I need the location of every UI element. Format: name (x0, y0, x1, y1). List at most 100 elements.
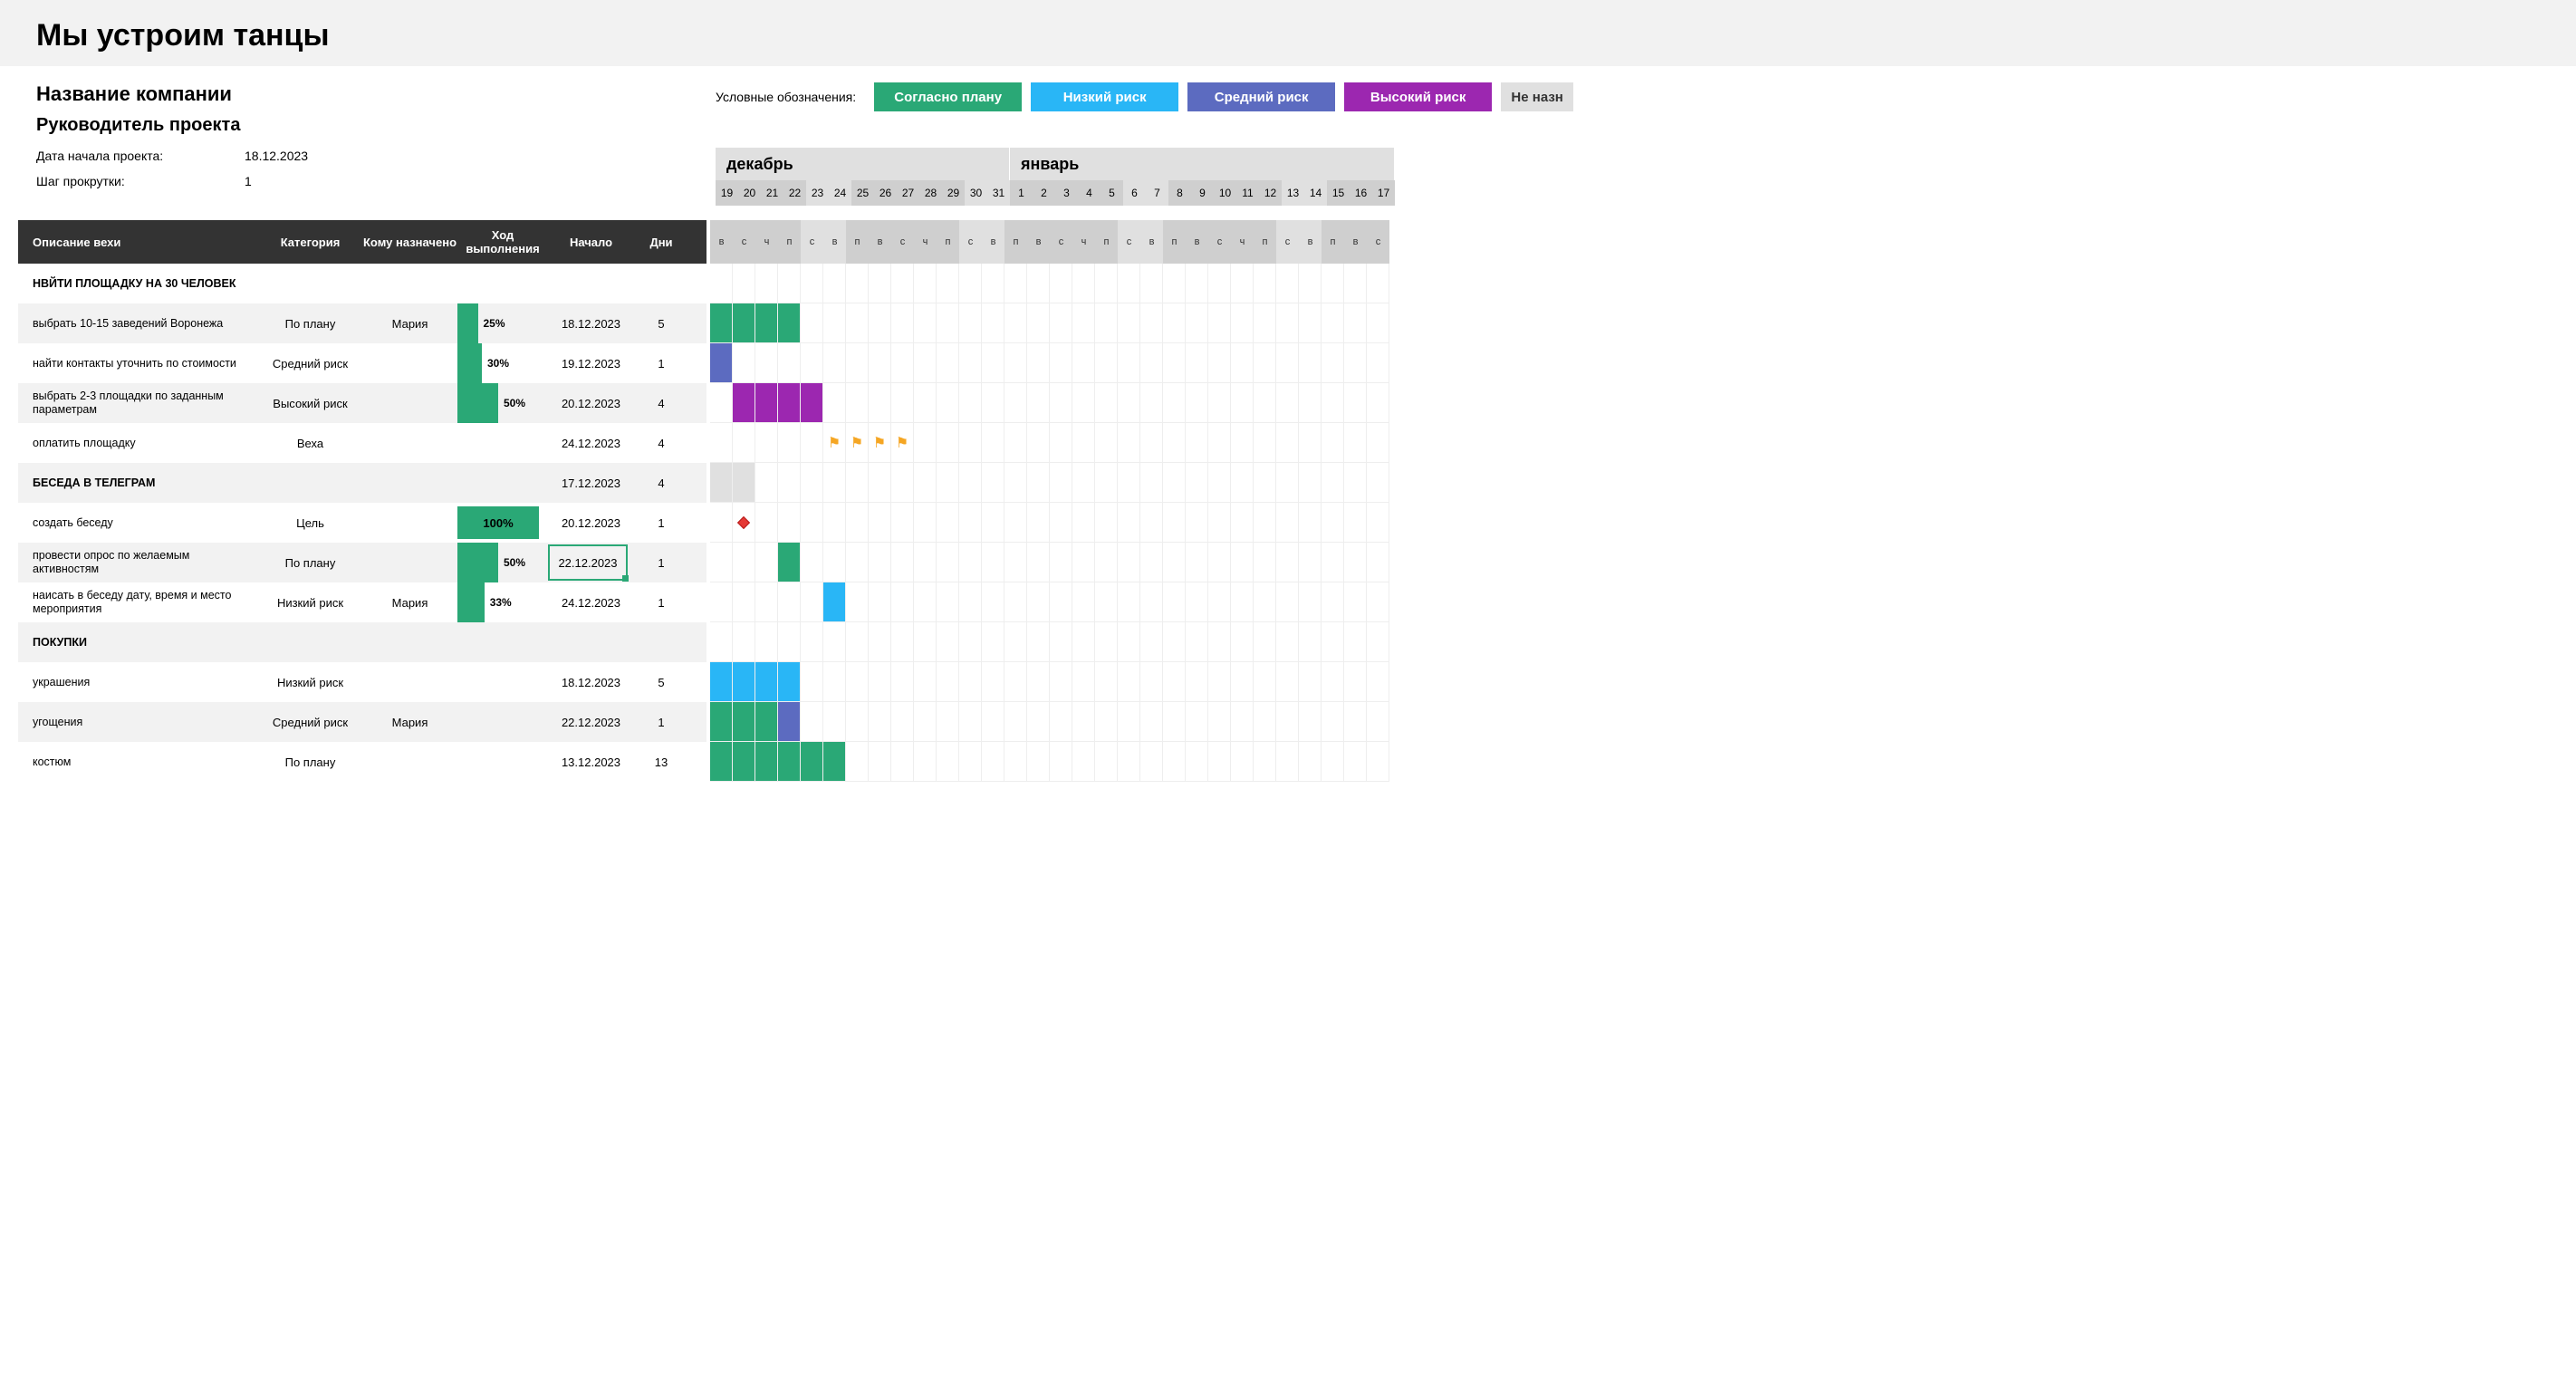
gantt-cell[interactable] (733, 264, 755, 303)
gantt-cell[interactable] (755, 343, 778, 383)
gantt-cell[interactable] (823, 383, 846, 423)
gantt-cell[interactable] (1004, 383, 1027, 423)
gantt-cell[interactable] (710, 622, 733, 662)
gantt-cell[interactable] (1095, 383, 1118, 423)
gantt-cell[interactable] (1072, 343, 1095, 383)
gantt-cell[interactable] (1140, 742, 1163, 782)
gantt-cell[interactable] (1344, 622, 1367, 662)
gantt-cell[interactable] (1254, 264, 1276, 303)
gantt-cell[interactable] (1118, 343, 1140, 383)
gantt-cell[interactable] (1050, 702, 1072, 742)
gantt-cell[interactable] (937, 383, 959, 423)
gantt-cell[interactable] (1004, 303, 1027, 343)
gantt-cell[interactable]: ⚑ (846, 423, 869, 463)
gantt-cell[interactable] (1163, 303, 1186, 343)
gantt-cell[interactable] (937, 463, 959, 503)
gantt-cell[interactable] (755, 702, 778, 742)
gantt-cell[interactable] (1072, 662, 1095, 702)
gantt-cell[interactable] (982, 303, 1004, 343)
task-start[interactable]: 20.12.2023 (548, 516, 634, 530)
task-start[interactable]: 17.12.2023 (548, 476, 634, 490)
task-row[interactable]: оплатить площадкуВеха24.12.20234 (18, 423, 706, 463)
gantt-cell[interactable] (1344, 503, 1367, 543)
task-start[interactable]: 20.12.2023 (548, 397, 634, 410)
gantt-cell[interactable] (982, 264, 1004, 303)
gantt-cell[interactable] (1004, 503, 1027, 543)
gantt-cell[interactable] (1072, 463, 1095, 503)
gantt-cell[interactable] (959, 742, 982, 782)
gantt-cell[interactable] (982, 343, 1004, 383)
gantt-cell[interactable] (801, 423, 823, 463)
gantt-cell[interactable] (1254, 543, 1276, 582)
gantt-cell[interactable] (1322, 503, 1344, 543)
gantt-cell[interactable] (1299, 662, 1322, 702)
gantt-cell[interactable] (1276, 264, 1299, 303)
gantt-cell[interactable] (937, 303, 959, 343)
gantt-cell[interactable] (846, 503, 869, 543)
gantt-cell[interactable] (755, 383, 778, 423)
gantt-cell[interactable] (733, 383, 755, 423)
gantt-cell[interactable] (778, 303, 801, 343)
gantt-cell[interactable] (1004, 742, 1027, 782)
gantt-cell[interactable] (1118, 742, 1140, 782)
gantt-cell[interactable] (1254, 383, 1276, 423)
gantt-cell[interactable] (1254, 503, 1276, 543)
gantt-cell[interactable] (710, 742, 733, 782)
gantt-cell[interactable] (710, 582, 733, 622)
gantt-cell[interactable] (710, 423, 733, 463)
gantt-cell[interactable] (1367, 383, 1389, 423)
gantt-cell[interactable] (1276, 383, 1299, 423)
gantt-cell[interactable] (1118, 582, 1140, 622)
gantt-cell[interactable] (914, 463, 937, 503)
gantt-cell[interactable] (1072, 702, 1095, 742)
gantt-cell[interactable] (1163, 622, 1186, 662)
gantt-cell[interactable] (801, 264, 823, 303)
gantt-cell[interactable] (733, 463, 755, 503)
task-start[interactable]: 18.12.2023 (548, 676, 634, 689)
gantt-cell[interactable] (1322, 582, 1344, 622)
task-row[interactable]: выбрать 10-15 заведений ВоронежаПо плану… (18, 303, 706, 343)
gantt-cell[interactable] (891, 343, 914, 383)
gantt-cell[interactable] (1254, 343, 1276, 383)
gantt-cell[interactable] (869, 582, 891, 622)
gantt-cell[interactable] (869, 742, 891, 782)
gantt-cell[interactable] (1163, 543, 1186, 582)
gantt-cell[interactable] (801, 503, 823, 543)
gantt-cell[interactable] (959, 423, 982, 463)
gantt-cell[interactable] (823, 303, 846, 343)
gantt-cell[interactable] (1231, 423, 1254, 463)
gantt-cell[interactable] (778, 622, 801, 662)
gantt-cell[interactable] (1163, 742, 1186, 782)
gantt-cell[interactable] (755, 303, 778, 343)
gantt-cell[interactable] (1163, 264, 1186, 303)
gantt-cell[interactable] (823, 702, 846, 742)
gantt-cell[interactable] (1186, 702, 1208, 742)
gantt-cell[interactable] (1208, 582, 1231, 622)
gantt-cell[interactable] (1050, 543, 1072, 582)
gantt-cell[interactable] (869, 264, 891, 303)
gantt-cell[interactable] (755, 264, 778, 303)
gantt-cell[interactable] (1299, 742, 1322, 782)
gantt-cell[interactable] (1208, 264, 1231, 303)
gantt-cell[interactable] (891, 622, 914, 662)
gantt-cell[interactable] (1208, 742, 1231, 782)
gantt-cell[interactable] (710, 264, 733, 303)
gantt-cell[interactable] (1004, 264, 1027, 303)
gantt-cell[interactable] (1344, 383, 1367, 423)
gantt-cell[interactable] (1322, 543, 1344, 582)
gantt-cell[interactable] (1322, 463, 1344, 503)
gantt-cell[interactable] (937, 582, 959, 622)
gantt-cell[interactable] (959, 383, 982, 423)
gantt-cell[interactable] (1344, 662, 1367, 702)
gantt-cell[interactable] (1276, 742, 1299, 782)
gantt-cell[interactable] (959, 543, 982, 582)
gantt-cell[interactable] (1072, 742, 1095, 782)
gantt-cell[interactable] (1140, 343, 1163, 383)
gantt-cell[interactable] (846, 622, 869, 662)
gantt-cell[interactable] (1163, 383, 1186, 423)
gantt-cell[interactable] (937, 503, 959, 543)
gantt-cell[interactable] (1095, 264, 1118, 303)
gantt-cell[interactable] (1276, 662, 1299, 702)
gantt-cell[interactable] (982, 463, 1004, 503)
gantt-cell[interactable] (733, 662, 755, 702)
